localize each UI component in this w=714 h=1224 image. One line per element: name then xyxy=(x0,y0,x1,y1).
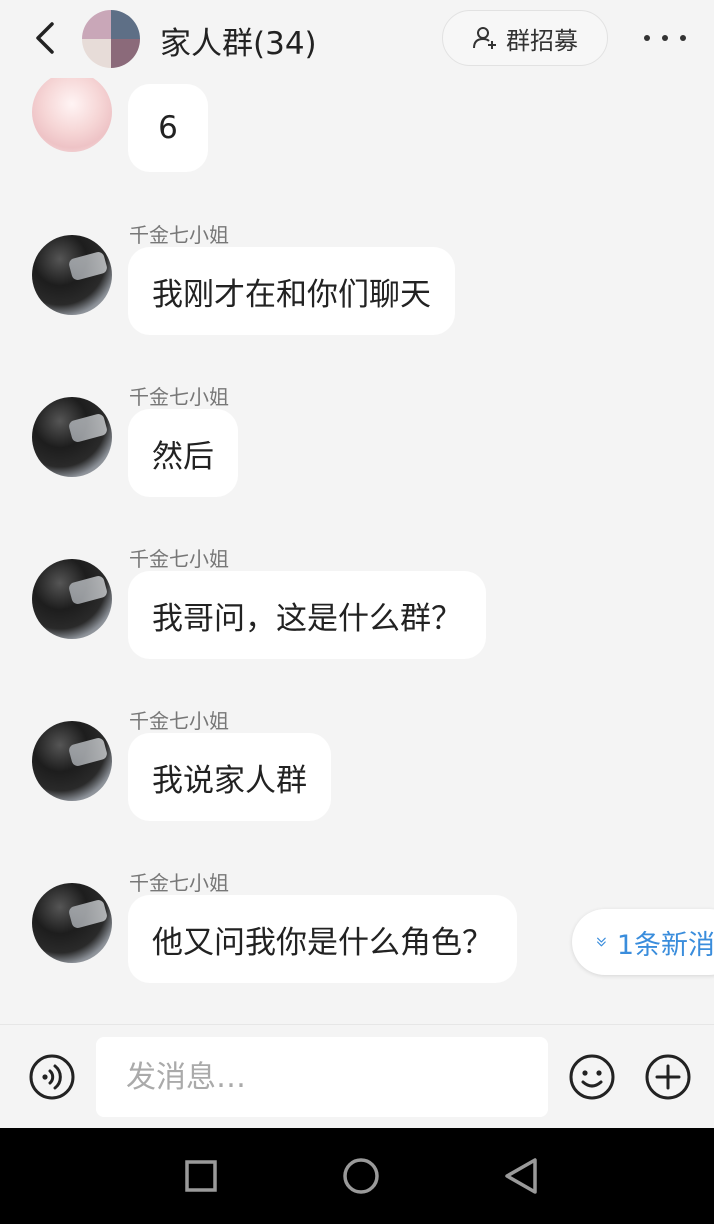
avatar[interactable] xyxy=(32,397,112,477)
voice-icon xyxy=(29,1054,75,1100)
plus-circle-icon xyxy=(645,1054,691,1100)
input-bar xyxy=(0,1024,714,1128)
chevron-left-icon xyxy=(36,22,54,54)
new-message-button[interactable]: 1条新消息 xyxy=(572,909,714,975)
more-button[interactable] xyxy=(640,18,690,58)
message-bubble[interactable]: 我哥问，这是什么群？ xyxy=(128,571,486,659)
back-nav-button[interactable] xyxy=(501,1156,541,1196)
add-person-icon xyxy=(473,27,496,49)
sender-name: 千金七小姐 xyxy=(129,223,229,247)
double-chevron-down-icon xyxy=(597,937,606,947)
message-bubble[interactable]: 我刚才在和你们聊天 xyxy=(128,247,455,335)
message-input[interactable] xyxy=(96,1037,548,1117)
message-bubble[interactable]: 6 xyxy=(128,84,208,172)
group-recruit-button[interactable]: 群招募 xyxy=(442,10,608,66)
group-avatar[interactable] xyxy=(82,10,140,68)
sender-name: 千金七小姐 xyxy=(129,871,229,895)
sender-name: 千金七小姐 xyxy=(129,547,229,571)
emoji-button[interactable] xyxy=(568,1053,616,1101)
message-bubble[interactable]: 我说家人群 xyxy=(128,733,331,821)
new-message-label: 1条新消息 xyxy=(616,929,714,961)
square-icon xyxy=(185,1160,217,1192)
back-button[interactable] xyxy=(26,18,66,58)
avatar[interactable] xyxy=(32,883,112,963)
message-list[interactable]: 6 千金七小姐 我刚才在和你们聊天 千金七小姐 然后 千金七小姐 我哥问，这是什… xyxy=(0,78,714,1024)
recruit-label: 群招募 xyxy=(506,26,578,55)
message-bubble[interactable]: 然后 xyxy=(128,409,238,497)
emoji-icon xyxy=(569,1054,615,1100)
more-dots-icon xyxy=(644,35,686,41)
group-title[interactable]: 家人群(34) xyxy=(160,18,317,63)
avatar[interactable] xyxy=(32,559,112,639)
more-actions-button[interactable] xyxy=(644,1053,692,1101)
circle-icon xyxy=(343,1158,379,1194)
sender-name: 千金七小姐 xyxy=(129,385,229,409)
chat-header: 家人群(34) 群招募 xyxy=(0,0,714,78)
avatar[interactable] xyxy=(32,78,112,152)
voice-button[interactable] xyxy=(28,1053,76,1101)
sender-name: 千金七小姐 xyxy=(129,709,229,733)
home-button[interactable] xyxy=(341,1156,381,1196)
triangle-back-icon xyxy=(505,1158,537,1194)
avatar[interactable] xyxy=(32,235,112,315)
avatar[interactable] xyxy=(32,721,112,801)
message-bubble[interactable]: 他又问我你是什么角色？ xyxy=(128,895,517,983)
recents-button[interactable] xyxy=(181,1156,221,1196)
system-nav-bar xyxy=(0,1128,714,1224)
